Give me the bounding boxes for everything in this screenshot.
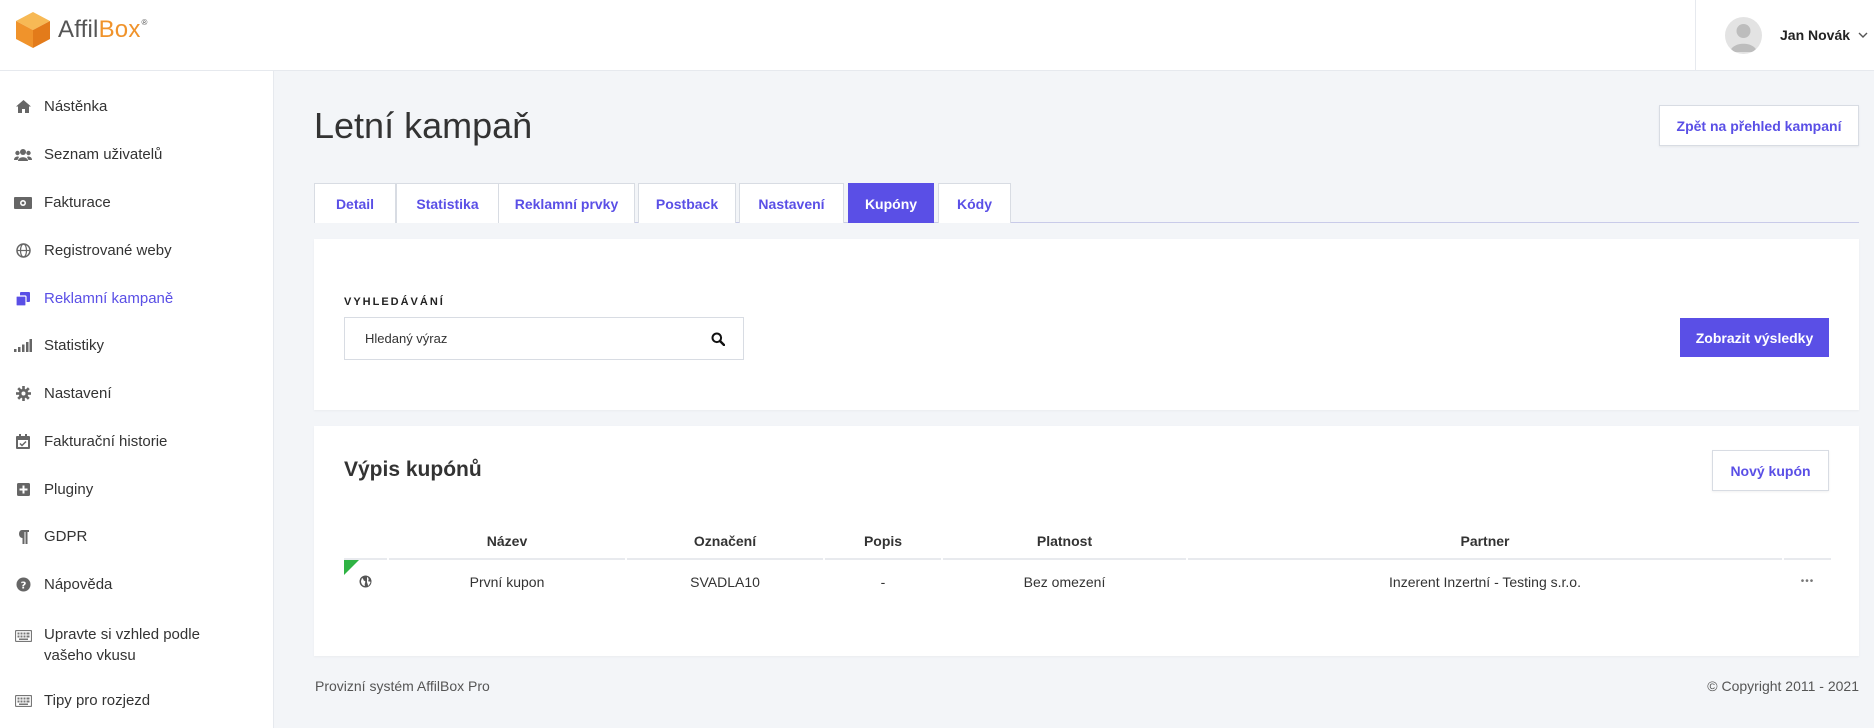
coupon-description: - <box>880 573 886 590</box>
tab-kody[interactable]: Kódy <box>938 183 1011 223</box>
tab-nastaveni[interactable]: Nastavení <box>739 183 844 223</box>
logo-cube-icon <box>16 12 50 48</box>
question-icon: ? <box>14 577 32 593</box>
table-header-status <box>344 523 387 560</box>
sidebar-item-pluginy[interactable]: Pluginy <box>14 481 93 498</box>
coupon-validity: Bez omezení <box>1023 573 1106 590</box>
gear-icon <box>14 386 32 402</box>
table-header-actions <box>1784 523 1831 560</box>
sidebar-item-weby[interactable]: Registrované weby <box>14 242 172 259</box>
tab-reklamni-prvky[interactable]: Reklamní prvky <box>498 183 635 223</box>
tab-statistika[interactable]: Statistika <box>396 183 499 223</box>
page-title: Letní kampaň <box>314 105 533 146</box>
more-actions-icon[interactable]: ••• <box>1784 560 1831 603</box>
tab-postback[interactable]: Postback <box>638 183 736 223</box>
search-box <box>344 317 744 360</box>
coupon-code: SVADLA10 <box>690 573 760 590</box>
table-header-oznaceni[interactable]: Označení <box>627 523 823 560</box>
globe-icon <box>359 575 372 588</box>
new-coupon-button[interactable]: Nový kupón <box>1712 450 1829 491</box>
coupon-partner: Inzerent Inzertní - Testing s.r.o. <box>1389 573 1581 590</box>
footer-system-name: Provizní systém AffilBox Pro <box>315 678 490 694</box>
user-name: Jan Novák <box>1780 27 1851 43</box>
footer-copyright: © Copyright 2011 - 2021 <box>1707 678 1859 694</box>
sidebar-item-statistiky[interactable]: Statistiky <box>14 337 104 354</box>
sidebar-item-fakturacni-historie[interactable]: Fakturační historie <box>14 433 167 450</box>
coupon-list-title: Výpis kupónů <box>344 458 482 481</box>
sidebar-item-kampane[interactable]: Reklamní kampaně <box>14 290 173 307</box>
tab-detail[interactable]: Detail <box>314 183 396 223</box>
show-results-button[interactable]: Zobrazit výsledky <box>1680 318 1829 357</box>
users-icon <box>14 147 32 163</box>
sidebar-item-users[interactable]: Seznam uživatelů <box>14 146 162 163</box>
coupon-list-card: Výpis kupónů Nový kupón Název Označení P… <box>314 426 1859 656</box>
user-menu[interactable]: Jan Novák <box>1695 0 1874 70</box>
globe-icon <box>14 243 32 259</box>
paragraph-icon <box>14 529 32 545</box>
table-header-nazev[interactable]: Název <box>389 523 625 560</box>
keyboard-icon <box>14 693 32 709</box>
copy-icon <box>14 291 32 307</box>
sidebar-item-gdpr[interactable]: GDPR <box>14 528 87 545</box>
search-input[interactable] <box>345 318 675 359</box>
search-card: VYHLEDÁVÁNÍ Zobrazit výsledky <box>314 239 1859 410</box>
search-icon[interactable] <box>711 332 725 346</box>
keyboard-icon <box>14 628 32 644</box>
home-icon <box>14 99 32 115</box>
user-avatar <box>1725 16 1762 54</box>
logo-text: AffilBox® <box>58 16 148 43</box>
money-icon <box>14 195 32 211</box>
sidebar-item-fakturace[interactable]: Fakturace <box>14 194 111 211</box>
calendar-icon <box>14 434 32 450</box>
plus-square-icon <box>14 482 32 498</box>
chevron-down-icon <box>1858 32 1868 38</box>
row-globe-icon-cell <box>344 560 387 603</box>
signal-icon <box>14 338 32 354</box>
table-header-platnost[interactable]: Platnost <box>943 523 1186 560</box>
campaign-tabs: Detail Statistika Reklamní prvky Postbac… <box>314 183 1859 223</box>
svg-text:?: ? <box>20 580 26 591</box>
sidebar-item-napoveda[interactable]: ? Nápověda <box>14 576 112 593</box>
sidebar-item-nastenka[interactable]: Nástěnka <box>14 98 107 115</box>
sidebar-item-nastaveni[interactable]: Nastavení <box>14 385 112 402</box>
table-header-popis[interactable]: Popis <box>825 523 941 560</box>
logo[interactable]: AffilBox® <box>14 10 148 50</box>
search-label: VYHLEDÁVÁNÍ <box>344 296 445 308</box>
coupon-name[interactable]: První kupon <box>389 560 625 603</box>
sidebar: Nástěnka Seznam uživatelů Fakturace Regi… <box>0 71 274 728</box>
sidebar-item-tipy[interactable]: Tipy pro rozjezd <box>14 692 150 709</box>
back-to-campaigns-button[interactable]: Zpět na přehled kampaní <box>1659 105 1859 146</box>
tab-kupony[interactable]: Kupóny <box>848 183 934 223</box>
sidebar-item-vzhled[interactable]: Upravte si vzhled podle vašeho vkusu <box>14 624 200 666</box>
top-bar: AffilBox® Jan Novák <box>0 0 1874 71</box>
table-header-partner[interactable]: Partner <box>1188 523 1782 560</box>
